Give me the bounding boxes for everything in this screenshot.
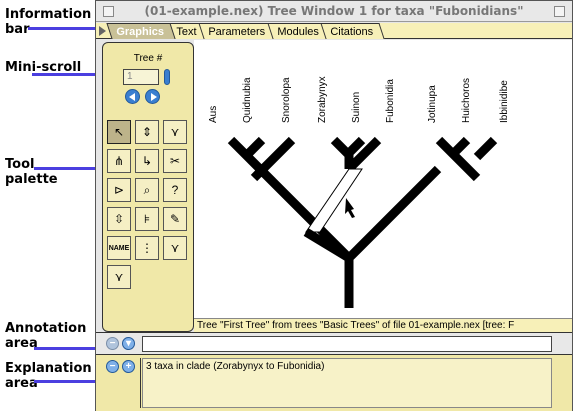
select-clade-glyph: ⋮ <box>141 241 153 255</box>
branch-info-tool-icon[interactable]: ⊧ <box>135 207 159 231</box>
tree-number-label: Tree # <box>133 53 163 64</box>
tree-branch <box>330 136 353 159</box>
zoom-box-icon[interactable] <box>554 6 565 17</box>
collapse-clade-glyph: ⋔ <box>113 154 125 168</box>
select-clade-tool-icon[interactable]: ⋮ <box>135 236 159 260</box>
tab-parameters[interactable]: Parameters <box>198 23 277 39</box>
interchange-branches-glyph: ⇕ <box>141 125 153 139</box>
reroot-tool-icon[interactable]: ↳ <box>135 149 159 173</box>
select-subtree-tool-icon[interactable]: ⋎ <box>107 265 131 289</box>
tree-branch <box>242 136 266 160</box>
collapse-branch-glyph: ⋎ <box>170 125 180 139</box>
callout-arrow-info-bar <box>28 27 102 30</box>
arrow-glyph: ↖ <box>113 125 125 139</box>
info-bar-expand-arrow-icon[interactable] <box>99 26 106 36</box>
mini-scroll-thumb[interactable] <box>164 69 170 85</box>
annotation-buttons: − ▾ <box>103 336 141 352</box>
branch-info-glyph: ⊧ <box>143 212 151 226</box>
callout-information-bar: Information bar <box>5 7 92 37</box>
explanation-text: 3 taxa in clade (Zorabynyx to Fubonidia) <box>142 358 552 408</box>
tree-number-field[interactable]: 1 <box>123 69 159 85</box>
ladderize-tool-icon[interactable]: ⊳ <box>107 178 131 202</box>
paint-glyph: ✎ <box>169 212 181 226</box>
select-taxa-tool-icon[interactable]: ⋎ <box>163 236 187 260</box>
help-glyph: ? <box>171 183 179 197</box>
next-tree-arrow-icon[interactable] <box>145 89 160 104</box>
explanation-shrink-icon[interactable]: − <box>106 360 119 373</box>
scissors-glyph: ✂ <box>169 154 181 168</box>
scissors-tool-icon[interactable]: ✂ <box>163 149 187 173</box>
arrow-tool-icon[interactable]: ↖ <box>107 120 131 144</box>
tree-branch <box>450 136 471 157</box>
name-glyph: NAME <box>108 244 130 252</box>
information-bar: Graphics Text Parameters Modules Citatio… <box>96 23 572 39</box>
mouse-cursor-icon <box>345 198 355 218</box>
selected-branch <box>305 168 363 233</box>
tool-palette: Tree # 1 ↖ ⇕ ⋎ ⋔ ↳ ✂ ⊳ ⌕? ⇳ ⊧ ✎ NAME ⋮ ⋎ ⋎ <box>102 42 194 332</box>
callout-tool-palette: Tool palette <box>5 157 58 187</box>
annotation-minus-icon[interactable]: − <box>106 337 119 350</box>
tree-window: (01-example.nex) Tree Window 1 for taxa … <box>95 0 573 411</box>
tree-drawing-area[interactable]: Aus Quidnubia Snorolopa Zorabynyx Suinon Fubo… <box>194 40 572 318</box>
tab-graphics[interactable]: Graphics <box>106 23 176 39</box>
magnifier-tool-icon[interactable]: ⌕ <box>135 178 159 202</box>
magnifier-glyph: ⌕ <box>143 182 151 197</box>
tree-diagram[interactable] <box>194 40 572 318</box>
select-taxa-glyph: ⋎ <box>170 241 180 255</box>
branch-length-tool-icon[interactable]: ⇳ <box>107 207 131 231</box>
tree-branch <box>345 165 442 262</box>
tab-citations[interactable]: Citations <box>320 23 385 39</box>
explanation-area: − + 3 taxa in clade (Zorabynyx to Fuboni… <box>96 354 572 411</box>
help-tool-icon[interactable]: ? <box>163 178 187 202</box>
annotation-field[interactable] <box>142 336 552 352</box>
tree-branch <box>345 136 366 157</box>
ladderize-glyph: ⊳ <box>113 183 125 197</box>
interchange-branches-tool-icon[interactable]: ⇕ <box>135 120 159 144</box>
explanation-grow-icon[interactable]: + <box>122 360 135 373</box>
name-tool-icon[interactable]: NAME <box>107 236 131 260</box>
explanation-buttons: − + <box>103 358 141 408</box>
collapse-branch-tool-icon[interactable]: ⋎ <box>163 120 187 144</box>
annotation-area: − ▾ <box>96 332 572 354</box>
tree-branch <box>473 136 498 161</box>
annotation-expand-icon[interactable]: ▾ <box>122 337 135 350</box>
window-title-bar[interactable]: (01-example.nex) Tree Window 1 for taxa … <box>96 1 572 22</box>
callout-explanation-area: Explanation area <box>5 361 92 391</box>
window-title: (01-example.nex) Tree Window 1 for taxa … <box>144 4 524 18</box>
branch-length-glyph: ⇳ <box>113 212 125 226</box>
reroot-glyph: ↳ <box>141 154 153 168</box>
previous-tree-arrow-icon[interactable] <box>125 89 140 104</box>
tree-status-line: Tree "First Tree" from trees "Basic Tree… <box>194 318 572 332</box>
select-subtree-glyph: ⋎ <box>114 270 124 284</box>
close-box-icon[interactable] <box>103 6 114 17</box>
collapse-clade-tool-icon[interactable]: ⋔ <box>107 149 131 173</box>
paint-tool-icon[interactable]: ✎ <box>163 207 187 231</box>
